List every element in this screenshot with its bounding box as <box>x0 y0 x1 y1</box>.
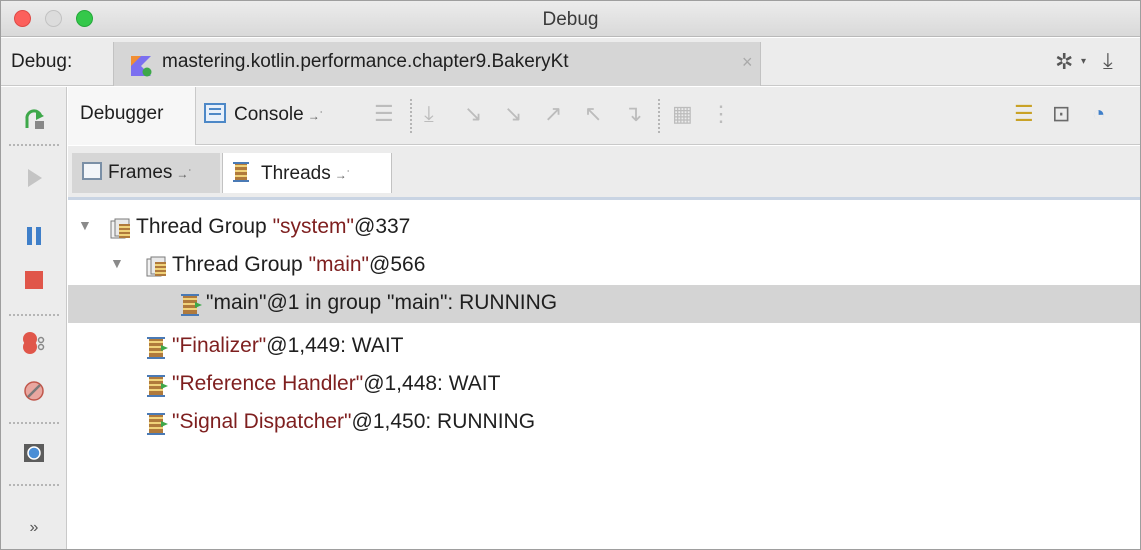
thread-name: "Signal Dispatcher" <box>172 410 352 433</box>
trace-icon[interactable]: ⋮ <box>710 101 732 127</box>
pin-icon[interactable]: →˙ <box>308 109 324 123</box>
thread-label: "Reference Handler"@1,448: WAIT <box>172 372 500 396</box>
thread-row[interactable]: "Signal Dispatcher"@1,450: RUNNING <box>68 404 1140 442</box>
tab-debugger-label: Debugger <box>80 103 164 124</box>
thread-status: @1 in group "main": RUNNING <box>266 291 558 314</box>
frames-icon <box>82 162 102 180</box>
separator <box>9 314 59 316</box>
frames-list-icon[interactable]: ☰ <box>1014 101 1034 127</box>
tab-threads-label: Threads <box>261 163 331 184</box>
debug-label: Debug: <box>11 51 73 72</box>
camera-icon[interactable] <box>1 441 67 470</box>
separator <box>658 99 660 133</box>
close-tab-icon[interactable]: × <box>742 52 753 73</box>
thread-row[interactable]: "main"@1 in group "main": RUNNING <box>68 285 1140 323</box>
force-step-into-icon[interactable]: ↘ <box>504 101 522 127</box>
resume-icon[interactable] <box>1 167 67 194</box>
step-over-icon[interactable]: ⤓ <box>424 101 434 127</box>
separator <box>410 99 412 133</box>
debugger-toolbar: Debugger Console →˙ ☰ ⤓ ↘ ↘ ↗ ↖ ↴ ▦ ⋮ ☰ ⊡… <box>68 87 1140 145</box>
thread-icon <box>146 337 168 359</box>
threads-icon <box>233 162 249 182</box>
thread-status: @1,448: WAIT <box>363 372 501 395</box>
run-config-label: mastering.kotlin.performance.chapter9.Ba… <box>162 51 569 72</box>
run-to-cursor-icon[interactable]: ↴ <box>624 101 642 127</box>
thread-status: @1,450: RUNNING <box>351 410 536 433</box>
title-bar: Debug <box>1 1 1140 37</box>
tab-threads[interactable]: Threads →˙ <box>222 153 392 193</box>
thread-label: Thread Group "main"@566 <box>172 253 425 277</box>
separator <box>9 422 59 424</box>
thread-name: "Finalizer" <box>172 334 267 357</box>
thread-row[interactable]: "Finalizer"@1,449: WAIT <box>68 328 1140 366</box>
rerun-icon[interactable] <box>1 107 67 136</box>
step-out-icon[interactable]: ↗ <box>544 101 562 127</box>
tab-frames-label: Frames <box>108 162 173 183</box>
thread-tree: ▼ Thread Group "system"@337 ▼ Thread Group … <box>68 201 1140 549</box>
thread-status: @337 <box>354 215 411 238</box>
gear-icon[interactable]: ✲ <box>1055 49 1073 75</box>
separator <box>9 144 59 146</box>
frames-threads-tabs: Frames →˙ Threads →˙ <box>68 146 1140 200</box>
kotlin-icon <box>131 56 152 77</box>
thread-status: @566 <box>369 253 426 276</box>
window-title: Debug <box>542 9 599 30</box>
left-toolbar: » <box>1 87 67 549</box>
thread-group-icon <box>110 218 132 240</box>
pin-icon[interactable]: →˙ <box>335 168 351 182</box>
thread-name: "system" <box>272 215 354 238</box>
thread-prefix: Thread Group <box>136 215 273 238</box>
stop-icon[interactable] <box>1 269 67 296</box>
thread-row[interactable]: "Reference Handler"@1,448: WAIT <box>68 366 1140 404</box>
more-icon[interactable]: » <box>1 519 67 537</box>
tab-debugger[interactable]: Debugger <box>68 87 196 145</box>
debug-window: Debug Debug: mastering.kotlin.performanc… <box>0 0 1141 550</box>
tab-console[interactable]: Console →˙ <box>200 87 372 145</box>
thread-label: Thread Group "system"@337 <box>136 215 410 239</box>
thread-label: "Signal Dispatcher"@1,450: RUNNING <box>172 410 535 434</box>
evaluate-expression-icon[interactable]: ▦ <box>672 101 693 127</box>
run-config-tab[interactable]: mastering.kotlin.performance.chapter9.Ba… <box>113 42 761 86</box>
thread-name: "main" <box>206 291 267 314</box>
thread-label: "Finalizer"@1,449: WAIT <box>172 334 404 358</box>
pin-icon[interactable]: →˙ <box>176 167 192 181</box>
thread-icon <box>146 413 168 435</box>
tab-frames[interactable]: Frames →˙ <box>72 153 220 193</box>
thread-prefix: Thread Group <box>172 253 309 276</box>
tab-console-label: Console <box>234 104 304 125</box>
thread-group-row[interactable]: ▼ Thread Group "main"@566 <box>68 247 1140 285</box>
restore-layout-icon[interactable]: ⊡ <box>1052 101 1070 127</box>
thread-icon <box>146 375 168 397</box>
thread-name: "main" <box>308 253 370 276</box>
drop-frame-icon[interactable]: ↖ <box>584 101 602 127</box>
console-icon <box>204 103 226 123</box>
memory-view-icon[interactable]: ◔ <box>1092 101 1105 127</box>
thread-status: @1,449: WAIT <box>266 334 404 357</box>
thread-label: "main"@1 in group "main": RUNNING <box>206 291 557 315</box>
separator <box>9 484 59 486</box>
debug-tab-bar: Debug: mastering.kotlin.performance.chap… <box>1 38 1140 86</box>
download-icon[interactable]: ⤓ <box>1103 48 1113 74</box>
thread-icon <box>180 294 202 316</box>
thread-group-row[interactable]: ▼ Thread Group "system"@337 <box>68 209 1140 247</box>
mute-breakpoints-icon[interactable] <box>1 379 67 408</box>
thread-group-icon <box>146 256 168 278</box>
pause-icon[interactable] <box>1 225 67 252</box>
thread-name: "Reference Handler" <box>172 372 364 395</box>
expand-arrow-icon[interactable]: ▼ <box>78 217 92 233</box>
show-execution-point-icon[interactable]: ☰ <box>374 101 394 127</box>
step-into-icon[interactable]: ↘ <box>464 101 482 127</box>
expand-arrow-icon[interactable]: ▼ <box>110 255 124 271</box>
chevron-down-icon[interactable]: ▾ <box>1081 56 1086 67</box>
view-breakpoints-icon[interactable] <box>1 331 67 360</box>
